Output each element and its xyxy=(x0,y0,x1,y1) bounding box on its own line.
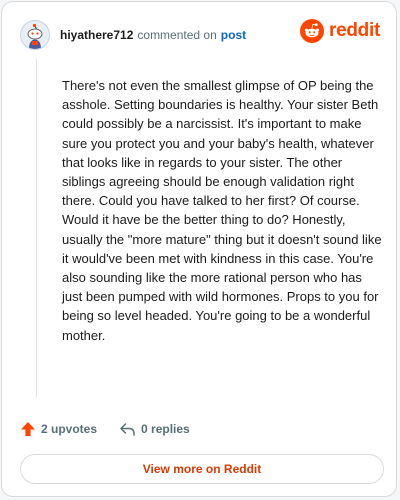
reddit-logo[interactable]: reddit xyxy=(300,19,380,43)
reddit-logo-icon xyxy=(300,19,325,43)
reply-count: 0 replies xyxy=(141,422,190,436)
comment-body: There's not even the smallest glimpse of… xyxy=(62,78,382,343)
upvote-button[interactable]: 2 upvotes xyxy=(20,421,97,437)
comment-meta: hiyathere712 commented on post xyxy=(60,27,246,43)
embed-card: hiyathere712 commented on post reddit Ther… xyxy=(1,1,397,497)
reply-arrow-icon xyxy=(120,423,135,436)
comment-actions: 2 upvotes 0 replies xyxy=(20,418,190,440)
reply-button[interactable]: 0 replies xyxy=(119,421,190,437)
upvote-count: 2 upvotes xyxy=(41,422,98,436)
avatar[interactable] xyxy=(20,20,50,50)
username[interactable]: hiyathere712 xyxy=(60,28,133,42)
comment-header: hiyathere712 commented on post reddit xyxy=(20,18,380,52)
upvote-arrow-icon xyxy=(21,422,35,436)
post-link[interactable]: post xyxy=(221,28,246,42)
view-more-button[interactable]: View more on Reddit xyxy=(20,454,384,484)
thread-line xyxy=(36,58,37,398)
snoo-avatar-icon xyxy=(21,21,49,49)
action-text: commented on xyxy=(137,28,217,42)
reddit-wordmark: reddit xyxy=(329,20,380,41)
